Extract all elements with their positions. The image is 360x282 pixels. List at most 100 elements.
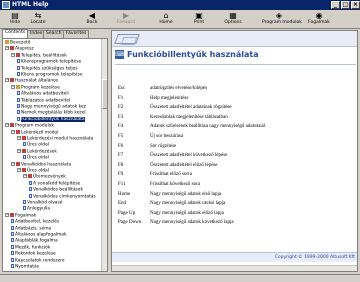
collapse-toggle-icon[interactable]: − — [17, 136, 21, 140]
tree-item[interactable]: Adatbevitel, kezelés — [11, 219, 59, 225]
collapse-toggle-icon[interactable]: − — [5, 123, 9, 128]
tree-item[interactable]: Általános adatbeviteli — [17, 91, 69, 97]
tree-item[interactable]: Nagy mennyiségű adatok kez — [17, 104, 86, 110]
book-icon — [28, 174, 32, 179]
tree-item[interactable]: Funkcióbillentyűk használata — [17, 116, 85, 123]
tree-item[interactable]: − Üres oldal — [17, 168, 49, 174]
minimize-button[interactable]: _ — [331, 1, 340, 9]
tree-scrollbar[interactable] — [101, 39, 107, 271]
tree-item[interactable]: Vonalkód olvasó — [23, 200, 62, 206]
tree-item-label: Mezők, funkciók — [15, 245, 51, 251]
tree-item-label: Lekérdezési modul használata — [27, 136, 94, 142]
tree-item[interactable]: Vonalkódos cimkenyomtatás — [29, 193, 96, 199]
print-button[interactable]: ▣ Print — [187, 11, 211, 28]
program-modules-button[interactable]: ◈ Program modulok — [262, 11, 302, 28]
collapse-toggle-icon[interactable]: − — [5, 78, 9, 83]
tree-item[interactable]: − Alaprész — [5, 46, 34, 52]
topic-h-scrollbar[interactable] — [112, 265, 357, 271]
page-icon — [17, 104, 20, 108]
collapse-toggle-icon[interactable]: − — [17, 148, 21, 153]
tree-item[interactable]: Mezők, funkciók — [11, 244, 51, 251]
tree-item[interactable]: Üres oldal — [23, 155, 49, 161]
tree-item[interactable]: Kliensprogramok telepítése — [17, 59, 82, 65]
key-description: Keresőablak megjelenítése táblázatban — [150, 114, 228, 120]
tab-search[interactable]: Search — [43, 30, 65, 38]
key-description: Összetett adatfeltétel adatainak rögzíté… — [150, 105, 232, 111]
forward-arrow-icon: ▶ — [122, 11, 130, 20]
book-icon — [22, 168, 26, 172]
contents-tree-panel: Bevezető − Alaprész − Telepítés, beállítások… — [2, 38, 108, 272]
tab-contents[interactable]: Contents — [2, 29, 29, 38]
tree-item[interactable]: − Ütemezvények — [23, 174, 66, 180]
collapse-toggle-icon[interactable]: − — [5, 212, 9, 217]
tree-item[interactable]: − Program modulok — [5, 123, 54, 129]
key-name: End — [118, 201, 127, 207]
collapse-toggle-icon[interactable]: − — [11, 84, 15, 89]
page-icon — [23, 155, 26, 160]
back-arrow-icon: ◀ — [88, 11, 96, 20]
tree-item[interactable]: − Használat általános — [5, 78, 58, 84]
page-icon — [11, 225, 14, 230]
key-description: Frissíthat előző sorra — [150, 172, 192, 178]
page-icon — [17, 59, 20, 64]
back-button[interactable]: ◀ Back — [80, 11, 104, 28]
key-description: Sor rögzítése — [150, 143, 177, 149]
tree-item[interactable]: Nyomtatás — [11, 264, 39, 270]
tree-scroll-thumb[interactable] — [102, 79, 107, 109]
tree-item[interactable]: Rekordok kezelése — [11, 251, 56, 257]
close-button[interactable]: × — [351, 1, 360, 9]
page-icon — [11, 264, 14, 268]
options-button[interactable]: ▦ Options — [221, 11, 245, 28]
tree-item[interactable]: − Lekérdezések — [17, 148, 57, 155]
collapse-toggle-icon[interactable]: − — [17, 168, 21, 172]
key-description: Nagy mennyiségű adatok utolsó lapja — [150, 201, 226, 207]
tree-item-label: Általános alapfogalmak — [15, 232, 67, 238]
tree-item[interactable]: Nemek megtalálás kibb kezel — [17, 110, 86, 116]
collapse-toggle-icon[interactable]: − — [11, 52, 15, 57]
home-button[interactable]: ⌂ Home — [154, 11, 178, 28]
book-icon — [10, 212, 14, 217]
collapse-toggle-icon[interactable]: − — [11, 161, 15, 166]
tree-item-label: Telepítés szükséges teljes — [21, 66, 78, 72]
tree-item[interactable]: Telepítés szükséges teljes — [17, 65, 78, 72]
tab-favorites[interactable]: Favorites — [63, 30, 90, 38]
topic-banner — [112, 31, 357, 47]
tree-item[interactable]: Kapcsolatok rendszere — [11, 257, 65, 263]
copyright-text: Copyright © 1999-2000 Altusoft Kft — [274, 255, 355, 260]
tree-item-label: Lekérdezések — [27, 149, 57, 155]
toolbar: ▤ Hide ⇆ Locate ◀ Back ▶ Forward ⌂ Home … — [0, 10, 360, 29]
tree-item[interactable]: − Program kezelése — [11, 84, 60, 90]
tree-item[interactable]: Üres oldal — [23, 142, 49, 148]
tree-item[interactable]: Kliens programok telepítése — [17, 72, 83, 78]
page-icon — [17, 91, 20, 96]
collapse-toggle-icon[interactable]: − — [23, 174, 27, 179]
tree-item[interactable]: Általános alapfogalmak — [11, 232, 67, 238]
hide-icon: ▤ — [11, 11, 19, 20]
tree-item[interactable]: Alaptáblák fogalma — [11, 238, 58, 244]
status-bar — [0, 274, 360, 282]
locate-button[interactable]: ⇆ Locate — [26, 11, 50, 28]
hide-button[interactable]: ▤ Hide — [3, 11, 27, 28]
locate-icon: ⇆ — [34, 11, 42, 20]
collapse-toggle-icon[interactable]: − — [5, 46, 9, 51]
glossary-button[interactable]: ◉ Fogalmak — [307, 11, 331, 28]
key-name: F1 — [118, 95, 124, 101]
tree-item[interactable]: A vonalkód felépítése — [29, 180, 80, 186]
tree-item[interactable]: − Telepítés, beállítások — [11, 52, 67, 58]
key-name: Page Up — [118, 210, 136, 216]
tree-item[interactable]: − Fogalmak — [5, 212, 36, 218]
options-icon: ▦ — [229, 11, 237, 20]
key-name: F7 — [118, 153, 124, 159]
tree-item[interactable]: Anlegyulla — [23, 206, 50, 212]
book-icon — [5, 40, 9, 44]
forward-button[interactable]: ▶ Forward — [114, 11, 138, 28]
maximize-button[interactable]: □ — [341, 1, 350, 9]
banner-decoration — [120, 37, 138, 45]
tree-item-label: Kliensprogramok telepítése — [21, 59, 82, 65]
tree-item[interactable]: Vonalkódos beállítások — [29, 187, 83, 193]
tree-item[interactable]: Adatbázis, séma — [11, 225, 51, 231]
tree-item[interactable]: Táblázatos adatbevitel — [17, 97, 70, 103]
title-bar: HTML Help _ □ × — [0, 0, 360, 10]
collapse-toggle-icon[interactable]: − — [11, 129, 15, 134]
tree-item[interactable]: − Lekérdezési modul használata — [17, 136, 94, 142]
